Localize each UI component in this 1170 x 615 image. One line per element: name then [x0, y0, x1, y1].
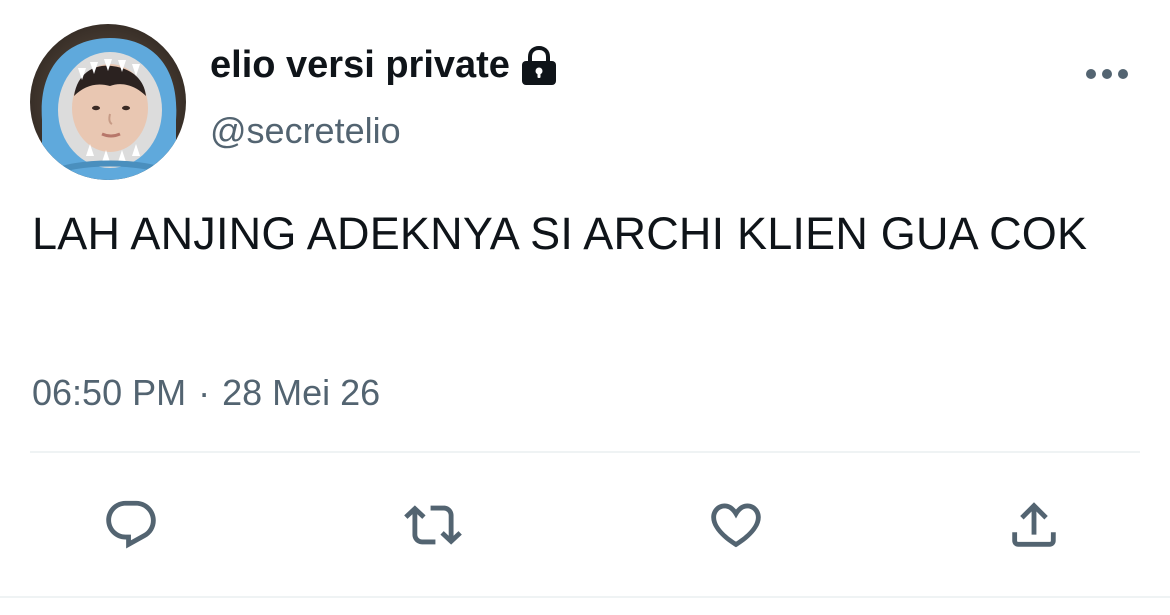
avatar-image [30, 24, 186, 180]
avatar[interactable] [30, 24, 186, 180]
tweet-time[interactable]: 06:50 PM [32, 372, 186, 413]
display-name-row[interactable]: elio versi private [210, 44, 558, 87]
meta-separator: · [198, 372, 211, 413]
tweet-text: LAH ANJING ADEKNYA SI ARCHI KLIEN GUA CO… [32, 208, 1088, 259]
more-options-button[interactable] [1082, 56, 1132, 92]
like-button[interactable] [705, 494, 767, 556]
divider [30, 451, 1140, 453]
retweet-icon [404, 505, 462, 545]
heart-icon [711, 503, 761, 548]
more-horizontal-icon [1086, 69, 1128, 79]
bottom-divider [0, 596, 1170, 598]
tweet-meta: 06:50 PM · 28 Mei 26 [32, 372, 380, 414]
share-button[interactable] [1003, 494, 1065, 556]
lock-icon [520, 45, 558, 86]
user-handle[interactable]: @secretelio [210, 110, 401, 152]
share-icon [1012, 502, 1056, 547]
tweet-date[interactable]: 28 Mei 26 [222, 372, 380, 413]
retweet-button[interactable] [402, 494, 464, 556]
reply-icon [106, 500, 156, 549]
reply-button[interactable] [100, 494, 162, 556]
display-name[interactable]: elio versi private [210, 44, 510, 87]
